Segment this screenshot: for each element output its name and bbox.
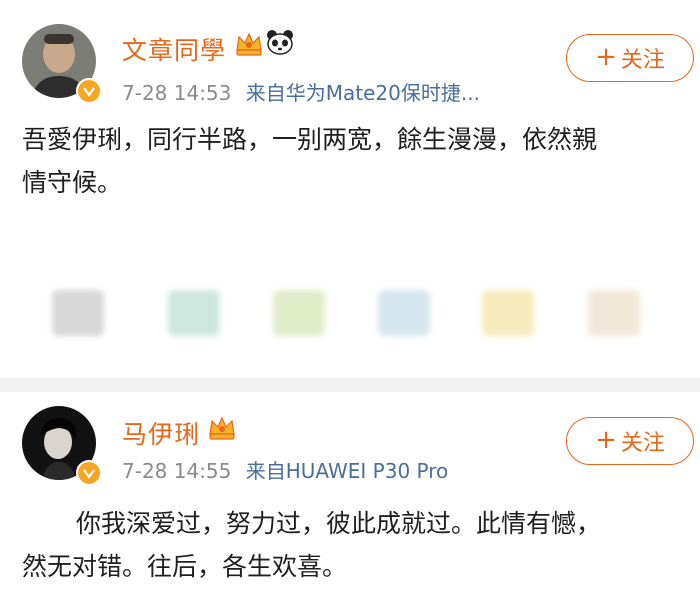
reaction-thumbnail[interactable]: [482, 290, 534, 336]
follow-button[interactable]: + 关注: [566, 34, 694, 82]
follow-button[interactable]: + 关注: [566, 417, 694, 465]
post-source[interactable]: 来自HUAWEI P30 Pro: [246, 459, 449, 483]
post-text-line: 你我深爱过，努力过，彼此成就过。此情有憾，: [76, 509, 602, 538]
username[interactable]: 马伊琍: [122, 415, 200, 451]
reaction-thumbnail[interactable]: [273, 290, 325, 336]
crown-icon: [207, 414, 237, 446]
weibo-post-2: 马伊琍 7-28 14:55 来自HUAWEI P30 Pro + 关注 你我深…: [0, 392, 700, 599]
follow-label: 关注: [620, 431, 665, 456]
reaction-thumbnail[interactable]: [588, 290, 640, 336]
weibo-post-1: 文章同學 7-28 14:53 来自华为Mate20保时捷... + 关注 吾愛…: [0, 0, 700, 378]
reaction-strip: [40, 290, 660, 340]
post-meta: 7-28 14:53 来自华为Mate20保时捷...: [122, 77, 480, 106]
post-divider: [0, 378, 700, 392]
panda-icon: [265, 28, 295, 60]
post-text-line: 然无对错。往后，各生欢喜。: [22, 552, 348, 581]
reaction-thumbnail[interactable]: [52, 290, 104, 336]
post-text-line: 情守候。: [22, 168, 123, 197]
timestamp: 7-28 14:53: [122, 81, 232, 105]
verified-badge-icon: [76, 460, 102, 486]
username[interactable]: 文章同學: [122, 31, 226, 67]
follow-label: 关注: [620, 48, 665, 73]
post-text: 吾愛伊琍，同行半路，一别两宽，餘生漫漫，依然親 情守候。: [22, 118, 597, 204]
post-meta: 7-28 14:55 来自HUAWEI P30 Pro: [122, 455, 448, 484]
plus-icon: +: [595, 425, 617, 455]
post-text-line: 吾愛伊琍，同行半路，一别两宽，餘生漫漫，依然親: [22, 125, 598, 154]
plus-icon: +: [595, 42, 617, 72]
reaction-thumbnail[interactable]: [168, 290, 220, 336]
reaction-thumbnail[interactable]: [378, 290, 430, 336]
timestamp: 7-28 14:55: [122, 459, 232, 483]
verified-badge-icon: [76, 78, 102, 104]
post-source[interactable]: 来自华为Mate20保时捷...: [246, 81, 480, 105]
post-text: 你我深爱过，努力过，彼此成就过。此情有憾， 然无对错。往后，各生欢喜。: [22, 502, 601, 588]
crown-icon: [234, 30, 264, 62]
